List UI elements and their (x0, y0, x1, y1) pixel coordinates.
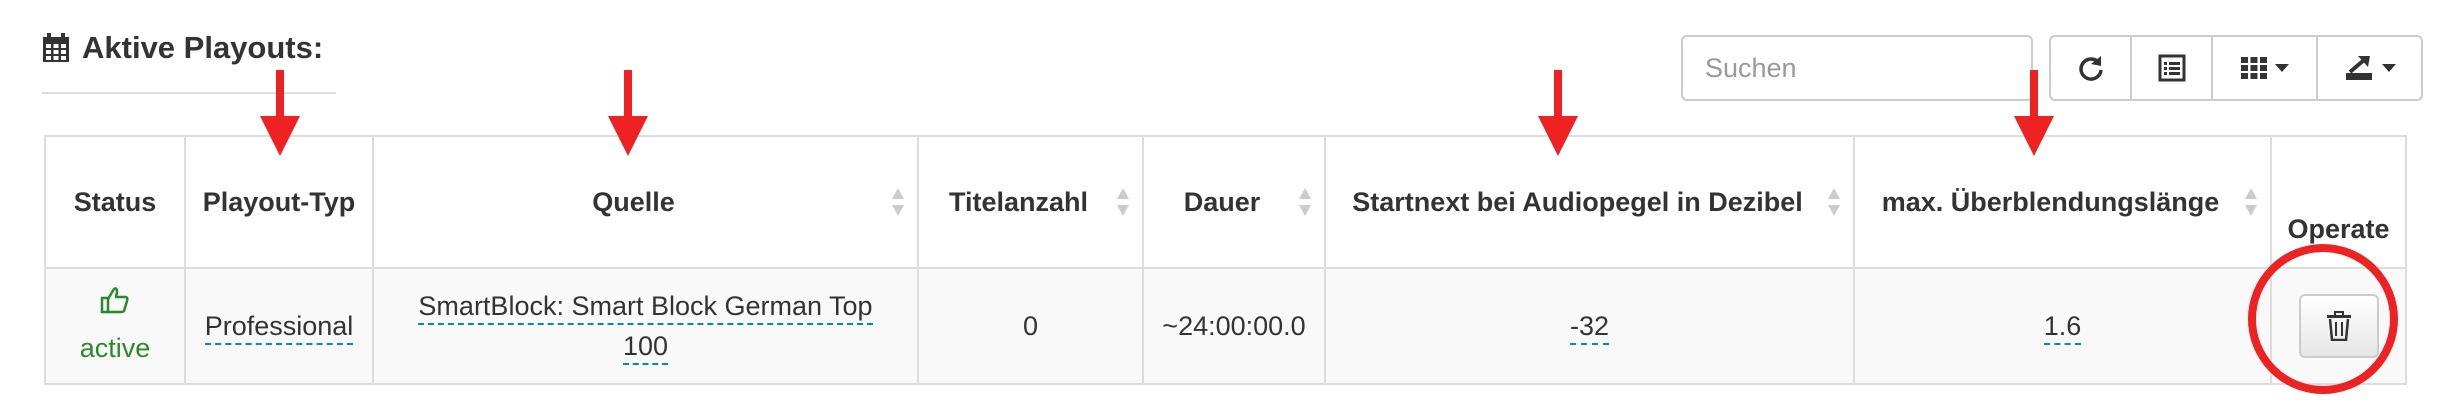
chevron-down-icon (2274, 64, 2289, 72)
toggle-view-button[interactable] (2130, 35, 2213, 101)
annotation-arrow (260, 70, 300, 156)
column-header-crossfade[interactable]: max. Überblendungslänge (1853, 135, 2272, 269)
sort-icon (1299, 188, 1311, 216)
section-title-text: Aktive Playouts: (82, 30, 324, 65)
playout-type-cell: Professional (184, 267, 374, 385)
annotation-arrow (608, 70, 648, 156)
sort-icon (1828, 188, 1840, 216)
annotation-arrow (2014, 70, 2054, 156)
startnext-cell: -32 (1324, 267, 1855, 385)
playouts-table: Status Playout-Typ Quelle Titelanzahl Da… (44, 135, 2407, 385)
playout-type-editable[interactable]: Professional (204, 311, 354, 345)
startnext-editable[interactable]: -32 (1569, 311, 1610, 345)
calendar-icon (43, 33, 69, 62)
crossfade-cell: 1.6 (1853, 267, 2272, 385)
title-count-cell: 0 (917, 267, 1144, 385)
section-title: Aktive Playouts: (42, 30, 323, 66)
grid-columns-icon (2240, 57, 2267, 79)
sort-icon (1117, 188, 1129, 216)
list-icon (2158, 54, 2185, 82)
status-text: active (79, 332, 151, 363)
annotation-circle (2248, 244, 2398, 394)
source-cell: SmartBlock: Smart Block German Top 100 (372, 267, 919, 385)
export-icon (2345, 56, 2372, 80)
source-editable-continued[interactable]: 100 (622, 331, 669, 365)
refresh-button[interactable] (2049, 35, 2132, 101)
column-header-duration[interactable]: Dauer (1142, 135, 1326, 269)
refresh-icon (2078, 56, 2103, 81)
sort-icon (2245, 188, 2257, 216)
export-dropdown-button[interactable] (2316, 35, 2423, 101)
sort-icon (892, 188, 904, 216)
duration-cell: ~24:00:00.0 (1142, 267, 1326, 385)
status-cell: active (44, 267, 186, 385)
column-header-title-count[interactable]: Titelanzahl (917, 135, 1144, 269)
annotation-arrow (1538, 70, 1578, 156)
column-header-status: Status (44, 135, 186, 269)
search-input[interactable] (1681, 35, 2033, 101)
column-header-startnext[interactable]: Startnext bei Audiopegel in Dezibel (1324, 135, 1855, 269)
crossfade-editable[interactable]: 1.6 (2043, 311, 2082, 345)
source-editable[interactable]: SmartBlock: Smart Block German Top (418, 291, 873, 325)
table-row: active Professional SmartBlock: Smart Bl… (44, 267, 2407, 385)
chevron-down-icon (2381, 64, 2396, 72)
table-toolbar (2049, 35, 2423, 101)
columns-dropdown-button[interactable] (2211, 35, 2318, 101)
thumbs-up-icon (100, 286, 129, 313)
